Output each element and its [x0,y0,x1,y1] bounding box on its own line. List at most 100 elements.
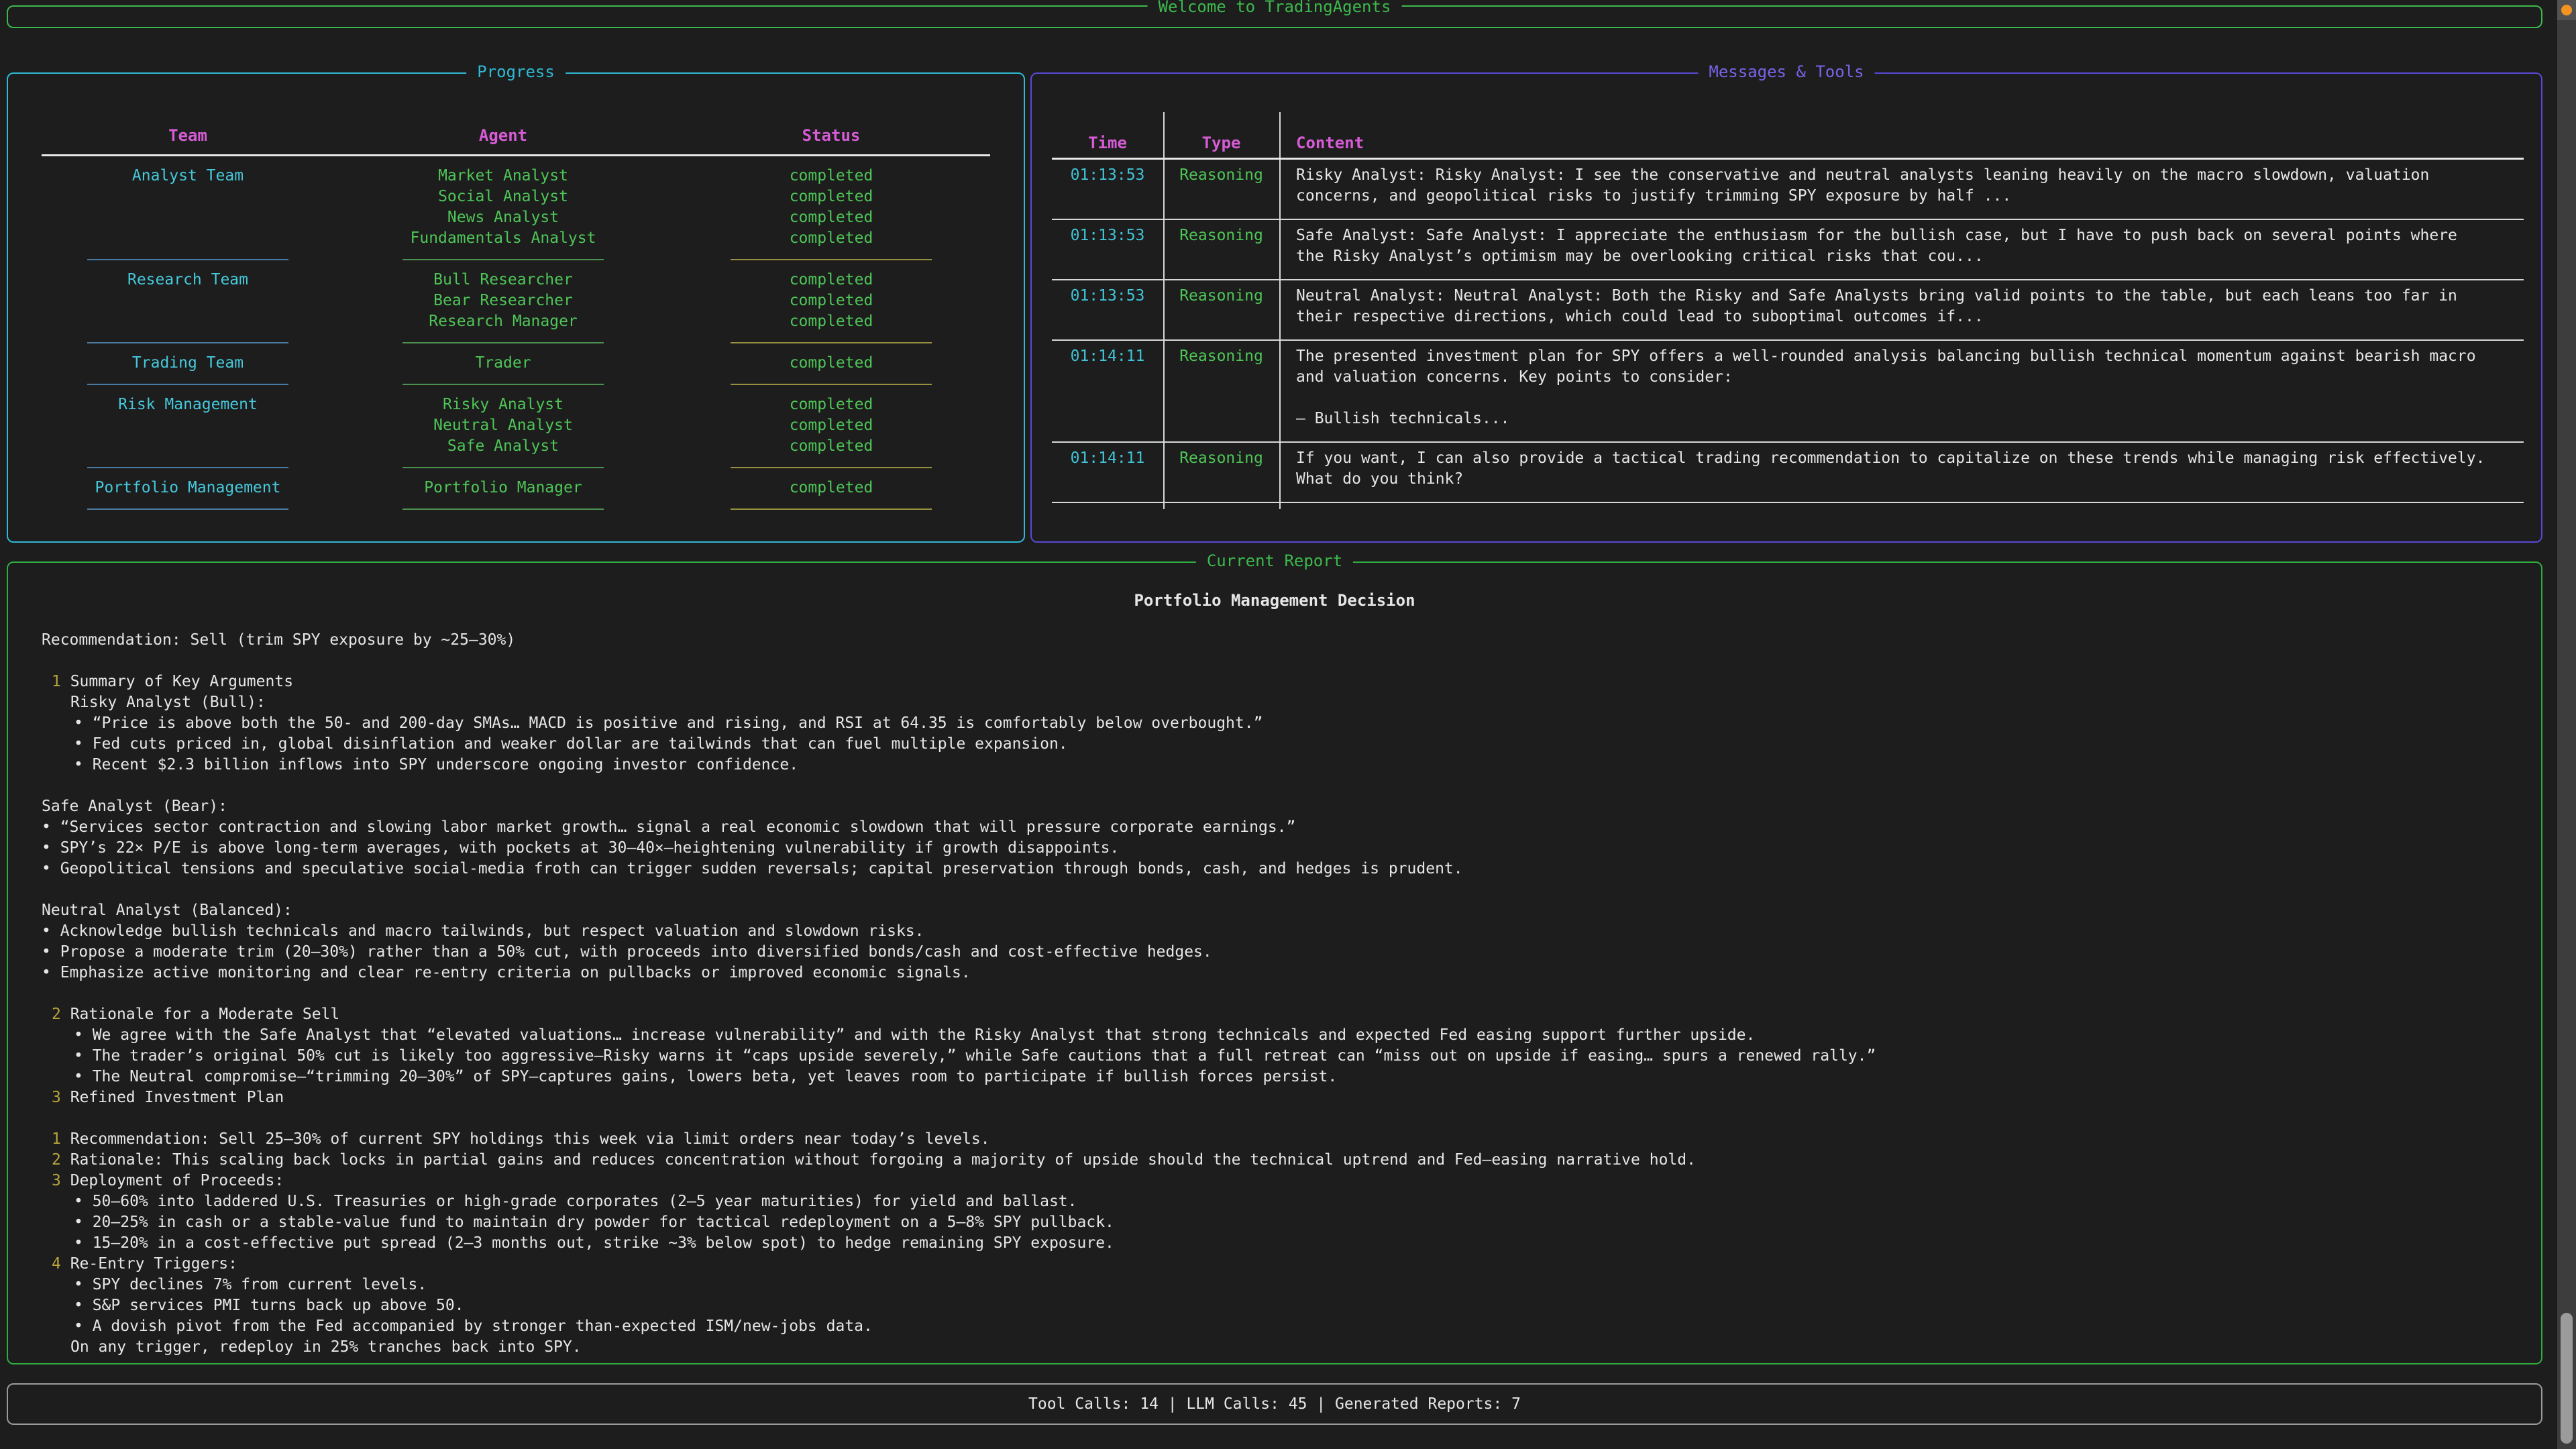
report-line: 2 Rationale for a Moderate Sell [8,1004,2541,1025]
list-number: 1 [52,673,61,690]
time-cell: 01:13:53 [1052,165,1163,207]
list-number: 3 [52,1172,61,1189]
separator-cell [40,342,335,343]
progress-row: News Analystcompleted [40,207,991,228]
progress-rows: Analyst TeamMarket AnalystcompletedSocia… [40,166,991,519]
separator-team [87,508,288,510]
progress-row: Risk ManagementRisky Analystcompleted [40,394,991,415]
team-cell: Analyst Team [40,166,335,186]
report-line: • Recent $2.3 billion inflows into SPY u… [8,755,2541,775]
content-line: The presented investment plan for SPY of… [1296,346,2504,367]
messages-table: Time Type Content 01:13:53ReasoningRisky… [1052,112,2524,503]
status-cell: completed [671,394,991,415]
separator-status [731,342,932,343]
message-row: 01:13:53Reasoning Risky Analyst: Risky An… [1052,160,2524,220]
separator-agent [402,508,604,510]
report-line [8,879,2541,900]
team-cell: Portfolio Management [40,478,335,498]
content-cell: If you want, I can also provide a tactic… [1279,448,2524,490]
team-cell: Risk Management [40,394,335,415]
separator-team [87,384,288,385]
progress-row: Safe Analystcompleted [40,436,991,457]
progress-row: Analyst TeamMarket Analystcompleted [40,166,991,186]
status-cell: completed [671,290,991,311]
status-cell: completed [671,270,991,290]
separator-cell [671,384,991,385]
column-header-team: Team [40,122,335,149]
type-cell: Reasoning [1163,286,1279,327]
report-line: • SPY’s 22× P/E is above long-term avera… [8,838,2541,859]
messages-panel: Messages & Tools Time Type Content 01:13… [1030,72,2542,543]
header-separator [42,154,990,156]
content-line: Risky Analyst: Risky Analyst: I see the … [1296,165,2504,186]
report-line: Neutral Analyst (Balanced): [8,900,2541,921]
column-header-agent: Agent [335,122,671,149]
content-line: What do you think? [1296,469,2504,490]
group-separator-row [40,374,991,394]
status-cell: completed [671,166,991,186]
status-cell: completed [671,436,991,457]
separator-team [87,467,288,468]
separator-agent [402,259,604,260]
separator-cell [335,259,671,260]
report-line: • S&P services PMI turns back up above 5… [8,1295,2541,1316]
list-number: 4 [52,1255,61,1273]
message-rows: 01:13:53ReasoningRisky Analyst: Risky An… [1052,160,2524,503]
content-line: Neutral Analyst: Neutral Analyst: Both t… [1296,286,2504,307]
separator-cell [335,384,671,385]
report-line: • 15–20% in a cost-effective put spread … [8,1233,2541,1254]
report-line: • Geopolitical tensions and speculative … [8,859,2541,879]
report-line: • Fed cuts priced in, global disinflatio… [8,734,2541,755]
progress-row: Portfolio ManagementPortfolio Managercom… [40,478,991,498]
type-cell: Reasoning [1163,165,1279,207]
separator-status [731,467,932,468]
report-line: • We agree with the Safe Analyst that “e… [8,1025,2541,1046]
report-line: • The Neutral compromise—“trimming 20–30… [8,1067,2541,1087]
separator-cell [40,384,335,385]
report-line [8,1108,2541,1129]
separator-cell [40,508,335,510]
group-separator-row [40,457,991,478]
report-line: • 20–25% in cash or a stable-value fund … [8,1212,2541,1233]
status-cell: completed [671,478,991,498]
report-line: • A dovish pivot from the Fed accompanie… [8,1316,2541,1337]
report-line: • 50–60% into laddered U.S. Treasuries o… [8,1191,2541,1212]
status-cell: completed [671,353,991,374]
team-cell [40,186,335,207]
content-line: their respective directions, which could… [1296,307,2504,327]
content-line: and valuation concerns. Key points to co… [1296,367,2504,388]
report-line: On any trigger, redeploy in 25% tranches… [8,1337,2541,1358]
agent-cell: News Analyst [335,207,671,228]
report-line: • “Services sector contraction and slowi… [8,817,2541,838]
progress-row: Social Analystcompleted [40,186,991,207]
group-separator-row [40,332,991,353]
content-cell: Safe Analyst: Safe Analyst: I appreciate… [1279,225,2524,267]
agent-cell: Bear Researcher [335,290,671,311]
content-line: concerns, and geopolitical risks to just… [1296,186,2504,207]
team-cell [40,436,335,457]
separator-cell [671,259,991,260]
status-cell: completed [671,415,991,436]
current-report-panel: Current Report Portfolio Management Deci… [7,561,2542,1364]
agent-cell: Neutral Analyst [335,415,671,436]
content-line: If you want, I can also provide a tactic… [1296,448,2504,469]
status-cell: completed [671,228,991,249]
report-line: 1 Summary of Key Arguments [8,672,2541,692]
messages-table-header: Time Type Content [1052,112,2524,158]
report-line: 3 Refined Investment Plan [8,1087,2541,1108]
column-header-type: Type [1163,133,1279,152]
content-line: – Bullish technicals... [1296,409,2504,429]
status-cell: completed [671,311,991,332]
message-row: 01:14:11ReasoningThe presented investmen… [1052,341,2524,443]
scroll-top-button[interactable] [2557,0,2576,20]
progress-row: Research TeamBull Researchercompleted [40,270,991,290]
type-cell: Reasoning [1163,225,1279,267]
scrollbar-thumb[interactable] [2561,1313,2573,1444]
agent-cell: Risky Analyst [335,394,671,415]
report-line: Risky Analyst (Bull): [8,692,2541,713]
report-line: Safe Analyst (Bear): [8,796,2541,817]
terminal-screen: Welcome to TradingAgents Progress Team A… [0,0,2576,1449]
report-body: Recommendation: Sell (trim SPY exposure … [8,630,2541,1358]
separator-cell [671,467,991,468]
scrollbar-track[interactable] [2557,0,2576,1449]
